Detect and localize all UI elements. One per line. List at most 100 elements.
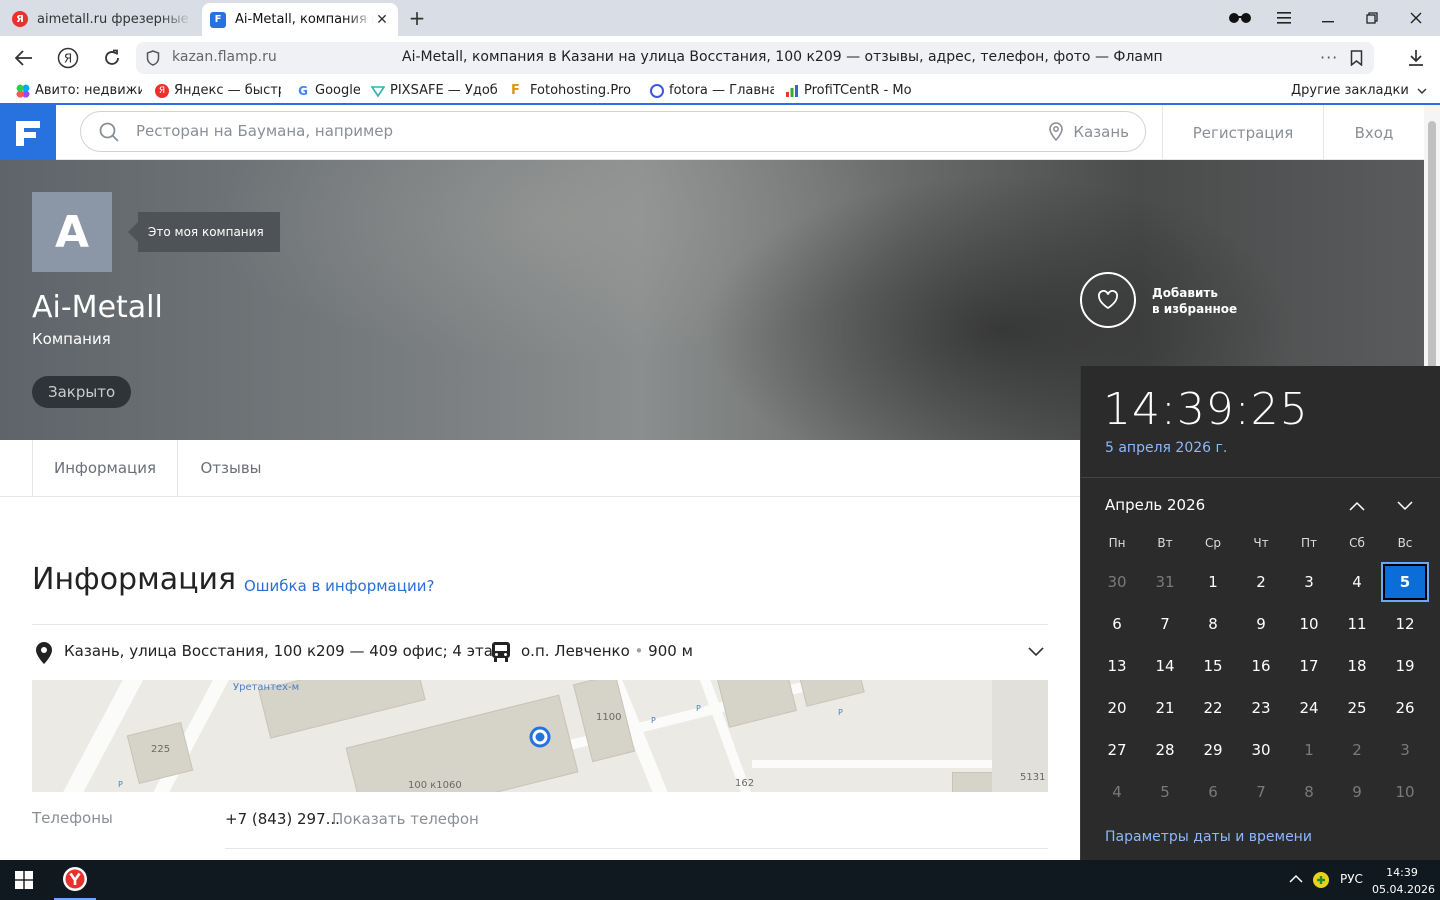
chevron-down-icon[interactable] bbox=[1028, 647, 1044, 657]
login-link[interactable]: Вход bbox=[1323, 105, 1424, 160]
date-time-settings-link[interactable]: Параметры даты и времени bbox=[1105, 829, 1312, 845]
browser-tab-flamp[interactable]: F Ai-Metall, компания в К ✕ bbox=[202, 3, 398, 36]
yandex-browser-taskbar-icon[interactable] bbox=[54, 860, 96, 900]
network-status-icon[interactable] bbox=[1312, 871, 1330, 889]
tab-info[interactable]: Информация bbox=[32, 440, 178, 496]
calendar-day[interactable]: 27 bbox=[1093, 730, 1141, 770]
more-icon[interactable]: ··· bbox=[1320, 48, 1338, 67]
calendar-day[interactable]: 17 bbox=[1285, 646, 1333, 686]
browser-tab-aimetall[interactable]: Я aimetall.ru фрезерные то bbox=[4, 5, 200, 33]
flamp-logo[interactable] bbox=[0, 105, 56, 160]
bookmark-google[interactable]: G Google bbox=[296, 83, 360, 98]
close-window-button[interactable] bbox=[1402, 6, 1430, 30]
calendar-day[interactable]: 14 bbox=[1141, 646, 1189, 686]
bookmark-pixsafe[interactable]: PIXSAFE — Удобн bbox=[371, 83, 497, 98]
calendar-day[interactable]: 28 bbox=[1141, 730, 1189, 770]
calendar-day[interactable]: 7 bbox=[1141, 604, 1189, 644]
show-phone-link[interactable]: Показать телефон bbox=[332, 810, 479, 828]
calendar-day[interactable]: 9 bbox=[1237, 604, 1285, 644]
calendar-day[interactable]: 1 bbox=[1189, 562, 1237, 602]
download-icon[interactable] bbox=[1402, 45, 1430, 71]
calendar-day[interactable]: 2 bbox=[1333, 730, 1381, 770]
reload-button[interactable] bbox=[98, 45, 126, 71]
tab-reviews[interactable]: Отзывы bbox=[178, 440, 284, 496]
bookmark-fotora[interactable]: fotora — Главная bbox=[650, 83, 774, 98]
search-box[interactable]: Казань bbox=[80, 111, 1146, 152]
calendar-day[interactable]: 10 bbox=[1381, 772, 1429, 812]
calendar-day[interactable]: 3 bbox=[1381, 730, 1429, 770]
address-row[interactable]: Казань, улица Восстания, 100 к209 — 409 … bbox=[32, 624, 1048, 680]
input-language[interactable]: РУС bbox=[1340, 872, 1363, 886]
calendar-day[interactable]: 12 bbox=[1381, 604, 1429, 644]
bookmark-profitcentr[interactable]: ProfiTCentR - Мой bbox=[785, 83, 911, 98]
calendar-day-today[interactable]: 5 bbox=[1381, 562, 1429, 602]
calendar-day[interactable]: 19 bbox=[1381, 646, 1429, 686]
calendar-day[interactable]: 30 bbox=[1093, 562, 1141, 602]
add-favorite-button[interactable] bbox=[1080, 272, 1136, 328]
calendar-day[interactable]: 7 bbox=[1237, 772, 1285, 812]
add-favorite-label[interactable]: Добавить в избранное bbox=[1152, 285, 1272, 317]
calendar-day[interactable]: 3 bbox=[1285, 562, 1333, 602]
my-company-button[interactable]: Это моя компания bbox=[128, 212, 280, 252]
incognito-glasses-icon[interactable] bbox=[1226, 6, 1254, 30]
windows-start-icon[interactable] bbox=[0, 860, 48, 900]
bookmark-avito[interactable]: Авито: недвижим bbox=[16, 83, 142, 98]
restore-button[interactable] bbox=[1358, 6, 1386, 30]
calendar-day[interactable]: 18 bbox=[1333, 646, 1381, 686]
other-bookmarks[interactable]: Другие закладки bbox=[1291, 83, 1427, 98]
bookmark-yandex[interactable]: Я Яндекс — быстры bbox=[155, 83, 281, 98]
omnibox[interactable]: kazan.flamp.ru Ai-Metall, компания в Каз… bbox=[136, 42, 1374, 74]
chevron-up-icon[interactable] bbox=[1344, 494, 1370, 518]
minimize-button[interactable] bbox=[1314, 6, 1342, 30]
calendar-day[interactable]: 9 bbox=[1333, 772, 1381, 812]
url-domain[interactable]: kazan.flamp.ru bbox=[172, 49, 277, 65]
calendar-day[interactable]: 13 bbox=[1093, 646, 1141, 686]
calendar-day[interactable]: 4 bbox=[1093, 772, 1141, 812]
close-tab-icon[interactable]: ✕ bbox=[374, 12, 390, 28]
chevron-up-icon[interactable] bbox=[1289, 874, 1303, 883]
shield-icon[interactable] bbox=[146, 50, 160, 66]
calendar-day[interactable]: 22 bbox=[1189, 688, 1237, 728]
calendar-day[interactable]: 8 bbox=[1189, 604, 1237, 644]
calendar-day[interactable]: 25 bbox=[1333, 688, 1381, 728]
calendar-day[interactable]: 1 bbox=[1285, 730, 1333, 770]
back-button[interactable] bbox=[10, 45, 38, 71]
calendar-day[interactable]: 20 bbox=[1093, 688, 1141, 728]
register-link[interactable]: Регистрация bbox=[1162, 105, 1323, 160]
calendar-day[interactable]: 5 bbox=[1141, 772, 1189, 812]
map-marker-icon[interactable] bbox=[529, 726, 551, 748]
info-error-link[interactable]: Ошибка в информации? bbox=[244, 577, 434, 595]
clock-date-link[interactable]: 5 апреля 2026 г. bbox=[1105, 440, 1227, 456]
calendar-day[interactable]: 2 bbox=[1237, 562, 1285, 602]
calendar-month[interactable]: Апрель 2026 bbox=[1105, 496, 1205, 514]
chevron-down-icon[interactable] bbox=[1392, 494, 1418, 518]
calendar-day[interactable]: 21 bbox=[1141, 688, 1189, 728]
search-input[interactable] bbox=[136, 122, 1016, 140]
tray-clock[interactable]: 14:39 05.04.2026 bbox=[1372, 864, 1435, 898]
calendar-day[interactable]: 8 bbox=[1285, 772, 1333, 812]
menu-icon[interactable] bbox=[1270, 6, 1298, 30]
calendar-day[interactable]: 24 bbox=[1285, 688, 1333, 728]
calendar-day[interactable]: 31 bbox=[1141, 562, 1189, 602]
city-selector[interactable]: Казань bbox=[1049, 122, 1129, 141]
calendar-day[interactable]: 16 bbox=[1237, 646, 1285, 686]
map-building bbox=[716, 680, 798, 728]
new-tab-button[interactable]: + bbox=[406, 6, 428, 30]
bookmark-icon[interactable] bbox=[1350, 50, 1363, 66]
yandex-button[interactable]: Я bbox=[54, 45, 82, 71]
calendar-day[interactable]: 4 bbox=[1333, 562, 1381, 602]
calendar-day[interactable]: 15 bbox=[1189, 646, 1237, 686]
calendar-day[interactable]: 11 bbox=[1333, 604, 1381, 644]
yandex-icon: Я bbox=[155, 83, 169, 98]
url-page-title[interactable]: Ai-Metall, компания в Казани на улица Во… bbox=[402, 49, 1163, 65]
calendar-day[interactable]: 6 bbox=[1189, 772, 1237, 812]
scrollbar-thumb[interactable] bbox=[1428, 121, 1436, 371]
calendar-day[interactable]: 23 bbox=[1237, 688, 1285, 728]
calendar-day[interactable]: 10 bbox=[1285, 604, 1333, 644]
calendar-day[interactable]: 30 bbox=[1237, 730, 1285, 770]
bookmark-fotohosting[interactable]: F Fotohosting.Pro - bbox=[511, 83, 633, 98]
location-map[interactable]: Уретантех-м 225 1100 100 к1060 162 5131 … bbox=[32, 680, 1048, 792]
calendar-day[interactable]: 6 bbox=[1093, 604, 1141, 644]
calendar-day[interactable]: 26 bbox=[1381, 688, 1429, 728]
calendar-day[interactable]: 29 bbox=[1189, 730, 1237, 770]
